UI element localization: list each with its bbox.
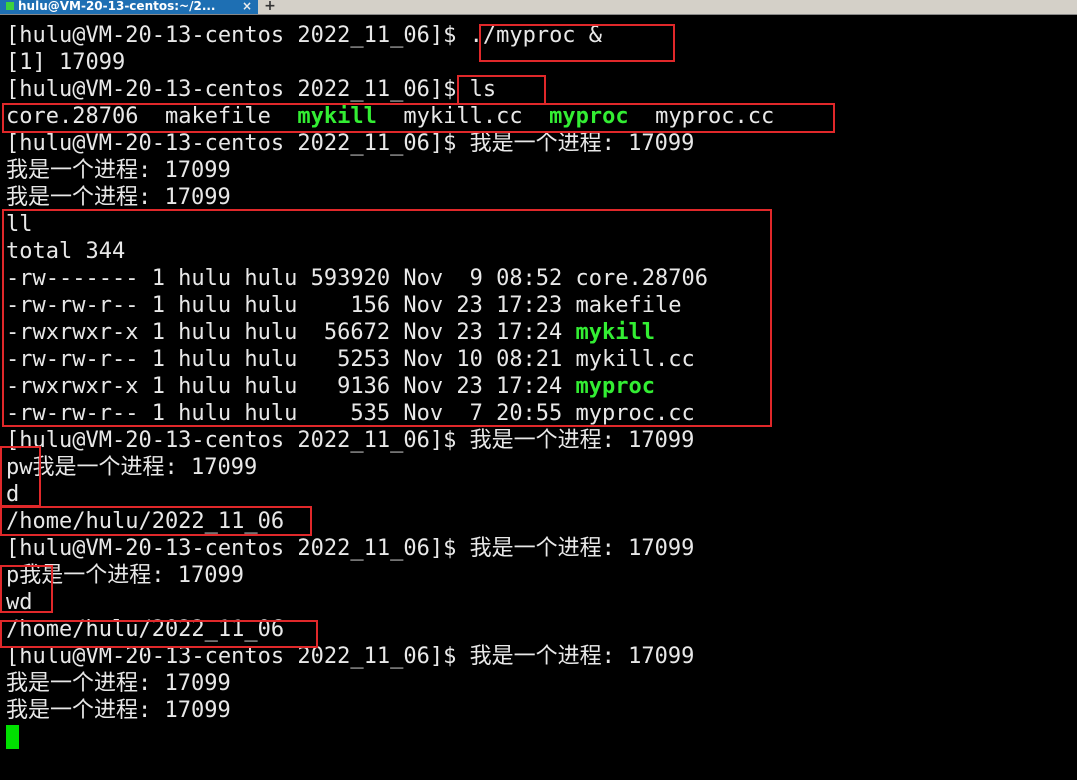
shell-prompt: [hulu@VM-20-13-centos 2022_11_06]$ — [6, 644, 470, 669]
ll-row: -rw------- 1 hulu hulu 593920 Nov 9 08:5… — [0, 265, 1077, 292]
ll-row-file-name: core.28706 — [575, 266, 708, 291]
terminal-line: ll — [6, 212, 33, 237]
ll-row-attributes: -rwxrwxr-x 1 hulu hulu 9136 Nov 23 17:24 — [6, 374, 576, 399]
terminal-cursor — [6, 725, 19, 749]
ll-row: -rw-rw-r-- 1 hulu hulu 156 Nov 23 17:23 … — [0, 292, 1077, 319]
process-output: 我是一个进程: 17099 — [469, 131, 695, 156]
command-text: ./myproc & — [469, 23, 603, 48]
terminal-line: 我是一个进程: 17099 — [6, 158, 231, 183]
tab-bar: hulu@VM-20-13-centos:~/2... × + — [0, 0, 1077, 15]
terminal-line — [0, 724, 1077, 751]
ll-row: -rw-rw-r-- 1 hulu hulu 5253 Nov 10 08:21… — [0, 346, 1077, 373]
terminal-line: pw我是一个进程: 17099 — [6, 455, 258, 480]
process-output: 我是一个进程: 17099 — [469, 644, 695, 669]
ll-row: -rw-rw-r-- 1 hulu hulu 535 Nov 7 20:55 m… — [0, 400, 1077, 427]
terminal-line: d — [6, 482, 20, 507]
command-text: ls — [469, 77, 497, 102]
process-output: 我是一个进程: 17099 — [469, 428, 695, 453]
terminal-line: [1] 17099 — [6, 50, 126, 75]
tab-title: hulu@VM-20-13-centos:~/2... — [18, 0, 216, 13]
shell-prompt: [hulu@VM-20-13-centos 2022_11_06]$ — [6, 428, 470, 453]
ll-row-file-name: myproc.cc — [575, 401, 695, 426]
shell-prompt: [hulu@VM-20-13-centos 2022_11_06]$ — [6, 131, 470, 156]
process-output: 我是一个进程: 17099 — [469, 536, 695, 561]
terminal-line: [hulu@VM-20-13-centos 2022_11_06]$ ls — [0, 76, 1077, 103]
new-tab-button[interactable]: + — [260, 0, 280, 14]
terminal-line: /home/hulu/2022_11_06 — [6, 617, 285, 642]
ll-row-file-name: myproc — [575, 374, 656, 399]
terminal-line: [hulu@VM-20-13-centos 2022_11_06]$ 我是一个进… — [0, 130, 1077, 157]
shell-prompt: [hulu@VM-20-13-centos 2022_11_06]$ — [6, 23, 470, 48]
ll-row: -rwxrwxr-x 1 hulu hulu 9136 Nov 23 17:24… — [0, 373, 1077, 400]
executable-file-name: mykill — [297, 104, 377, 129]
terminal-line: 我是一个进程: 17099 — [6, 671, 231, 696]
file-name: core.28706 — [6, 104, 165, 129]
file-name: makefile — [164, 104, 298, 129]
terminal-line: [hulu@VM-20-13-centos 2022_11_06]$ 我是一个进… — [0, 535, 1077, 562]
ll-row: -rwxrwxr-x 1 hulu hulu 56672 Nov 23 17:2… — [0, 319, 1077, 346]
executable-file-name: myproc — [549, 104, 629, 129]
terminal-line: total 344 — [6, 239, 126, 264]
shell-prompt: [hulu@VM-20-13-centos 2022_11_06]$ — [6, 77, 470, 102]
ll-row-file-name: mykill.cc — [575, 347, 695, 372]
shell-prompt: [hulu@VM-20-13-centos 2022_11_06]$ — [6, 536, 470, 561]
terminal-tab[interactable]: hulu@VM-20-13-centos:~/2... × — [0, 0, 258, 14]
ll-row-attributes: -rwxrwxr-x 1 hulu hulu 56672 Nov 23 17:2… — [6, 320, 576, 345]
tab-close-icon[interactable]: × — [242, 0, 252, 12]
ll-row-file-name: mykill — [575, 320, 656, 345]
terminal-line: /home/hulu/2022_11_06 — [6, 509, 285, 534]
ls-output-line: core.28706 makefile mykill mykill.cc myp… — [0, 103, 1077, 130]
ll-row-attributes: -rw------- 1 hulu hulu 593920 Nov 9 08:5… — [6, 266, 576, 291]
connected-status-icon — [6, 2, 14, 10]
ll-row-attributes: -rw-rw-r-- 1 hulu hulu 535 Nov 7 20:55 — [6, 401, 576, 426]
terminal-line: 我是一个进程: 17099 — [6, 185, 231, 210]
ll-row-attributes: -rw-rw-r-- 1 hulu hulu 5253 Nov 10 08:21 — [6, 347, 576, 372]
terminal-line: wd — [6, 590, 33, 615]
file-name: myproc.cc — [655, 104, 775, 129]
ll-row-attributes: -rw-rw-r-- 1 hulu hulu 156 Nov 23 17:23 — [6, 293, 576, 318]
terminal-line: [hulu@VM-20-13-centos 2022_11_06]$ 我是一个进… — [0, 643, 1077, 670]
file-name: mykill.cc — [403, 104, 550, 129]
terminal-line: p我是一个进程: 17099 — [6, 563, 244, 588]
ll-row-file-name: makefile — [575, 293, 682, 318]
terminal-line: [hulu@VM-20-13-centos 2022_11_06]$ ./myp… — [0, 22, 1077, 49]
terminal-output[interactable]: [hulu@VM-20-13-centos 2022_11_06]$ ./myp… — [0, 22, 1077, 780]
terminal-line: 我是一个进程: 17099 — [6, 698, 231, 723]
terminal-line: [hulu@VM-20-13-centos 2022_11_06]$ 我是一个进… — [0, 427, 1077, 454]
